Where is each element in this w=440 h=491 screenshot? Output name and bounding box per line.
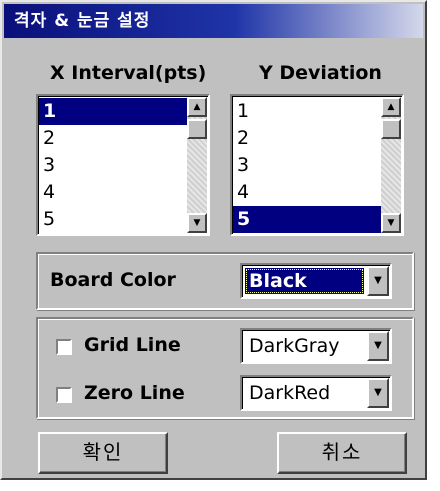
list-item[interactable]: 3 — [233, 152, 382, 179]
zero-line-color-select[interactable]: DarkRed ▼ — [240, 375, 392, 411]
scroll-up-arrow-icon[interactable]: ▲ — [381, 97, 401, 117]
grid-line-checkbox[interactable] — [56, 339, 72, 355]
list-item[interactable]: 1 — [233, 98, 382, 125]
ok-button[interactable]: 확인 — [38, 432, 168, 474]
y-deviation-header: Y Deviation — [259, 62, 382, 84]
list-item[interactable]: 3 — [39, 152, 188, 179]
scroll-up-arrow-icon[interactable]: ▲ — [187, 97, 207, 117]
list-item[interactable]: 4 — [39, 179, 188, 206]
board-color-label: Board Color — [50, 269, 176, 291]
scroll-thumb[interactable] — [381, 119, 401, 139]
x-interval-listbox[interactable]: 1 2 3 4 5 ▲ ▼ — [36, 94, 210, 236]
board-color-group: Board Color Black ▼ — [36, 252, 414, 310]
y-list-scrollbar[interactable]: ▲ ▼ — [381, 97, 401, 233]
board-color-select[interactable]: Black ▼ — [240, 263, 392, 299]
y-deviation-listbox[interactable]: 1 2 3 4 5 ▲ ▼ — [230, 94, 404, 236]
list-item[interactable]: 5 — [233, 206, 382, 233]
zero-line-label: Zero Line — [84, 382, 185, 404]
grid-line-color-value: DarkGray — [249, 335, 340, 357]
x-interval-header: X Interval(pts) — [50, 62, 207, 84]
grid-line-color-select[interactable]: DarkGray ▼ — [240, 328, 392, 364]
x-list-scrollbar[interactable]: ▲ ▼ — [187, 97, 207, 233]
title-bar: 격자 & 눈금 설정 — [4, 4, 423, 38]
list-item[interactable]: 2 — [233, 125, 382, 152]
cancel-button[interactable]: 취소 — [277, 432, 407, 474]
chevron-down-icon[interactable]: ▼ — [367, 378, 389, 408]
list-item[interactable]: 5 — [39, 206, 188, 233]
y-deviation-items: 1 2 3 4 5 — [233, 98, 382, 233]
list-item[interactable]: 1 — [39, 98, 188, 125]
scroll-down-arrow-icon[interactable]: ▼ — [381, 213, 401, 233]
x-interval-items: 1 2 3 4 5 — [39, 98, 188, 233]
list-item[interactable]: 2 — [39, 125, 188, 152]
zero-line-checkbox[interactable] — [56, 387, 72, 403]
list-item[interactable]: 4 — [233, 179, 382, 206]
grid-scale-dialog: 격자 & 눈금 설정 X Interval(pts) Y Deviation 1… — [0, 0, 427, 480]
line-options-group: Grid Line DarkGray ▼ Zero Line DarkRed ▼ — [36, 317, 414, 419]
scroll-thumb[interactable] — [187, 119, 207, 139]
chevron-down-icon[interactable]: ▼ — [367, 266, 389, 296]
scroll-down-arrow-icon[interactable]: ▼ — [187, 213, 207, 233]
board-color-value: Black — [245, 268, 364, 294]
chevron-down-icon[interactable]: ▼ — [367, 331, 389, 361]
grid-line-label: Grid Line — [84, 334, 181, 356]
zero-line-color-value: DarkRed — [249, 382, 331, 404]
